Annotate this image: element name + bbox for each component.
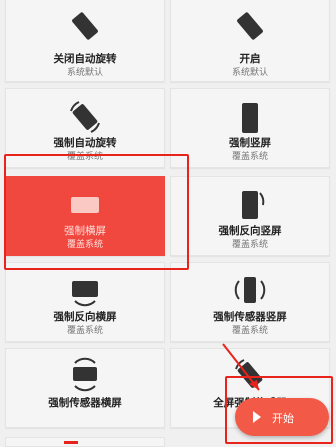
tile-force-sensor-landscape[interactable]: 强制传感器横屏	[5, 348, 165, 428]
sensor-portrait-icon	[234, 277, 266, 303]
tile-title: 强制反向竖屏	[218, 225, 282, 237]
reverse-portrait-icon	[242, 191, 265, 219]
tile-subtitle: 覆盖系统	[231, 239, 268, 249]
tile-title: 强制传感器竖屏	[213, 311, 287, 323]
red-marker	[64, 441, 78, 444]
tile-force-reverse-landscape[interactable]: 强制反向横屏 覆盖系统	[5, 262, 165, 342]
start-button[interactable]: 开始	[235, 398, 329, 436]
tile-title: 强制传感器横屏	[48, 397, 122, 409]
auto-rotate-icon	[70, 101, 100, 133]
tile-subtitle: 系统默认	[231, 67, 268, 77]
sensor-landscape-icon	[73, 357, 97, 392]
tile-disable-auto-rotate[interactable]: 关闭自动旋转 系统默认	[5, 0, 165, 82]
rotation-lock-icon	[72, 12, 98, 40]
tile-force-sensor-portrait[interactable]: 强制传感器竖屏 覆盖系统	[170, 262, 330, 342]
tile-subtitle: 覆盖系统	[66, 325, 103, 335]
play-icon	[253, 411, 261, 423]
rotation-on-icon	[237, 12, 263, 40]
highlight-landscape-tile	[4, 154, 189, 270]
start-button-label: 开始	[272, 413, 294, 425]
tile-title: 强制反向横屏	[53, 311, 117, 323]
tile-force-reverse-portrait[interactable]: 强制反向竖屏 覆盖系统	[170, 176, 330, 256]
tile-title: 关闭自动旋转	[53, 53, 117, 65]
next-row-tile-peek	[5, 437, 165, 447]
tile-title: 强制自动旋转	[53, 137, 117, 149]
tile-enable-rotate[interactable]: 开启 系统默认	[170, 0, 330, 82]
reverse-landscape-icon	[72, 281, 98, 307]
tile-subtitle: 覆盖系统	[231, 325, 268, 335]
tile-subtitle: 系统默认	[66, 67, 103, 77]
portrait-icon	[242, 103, 258, 133]
tile-subtitle: 覆盖系统	[231, 151, 268, 161]
tile-title: 开启	[239, 53, 261, 65]
tile-force-portrait[interactable]: 强制竖屏 覆盖系统	[170, 88, 330, 168]
tile-title: 强制竖屏	[229, 137, 271, 149]
